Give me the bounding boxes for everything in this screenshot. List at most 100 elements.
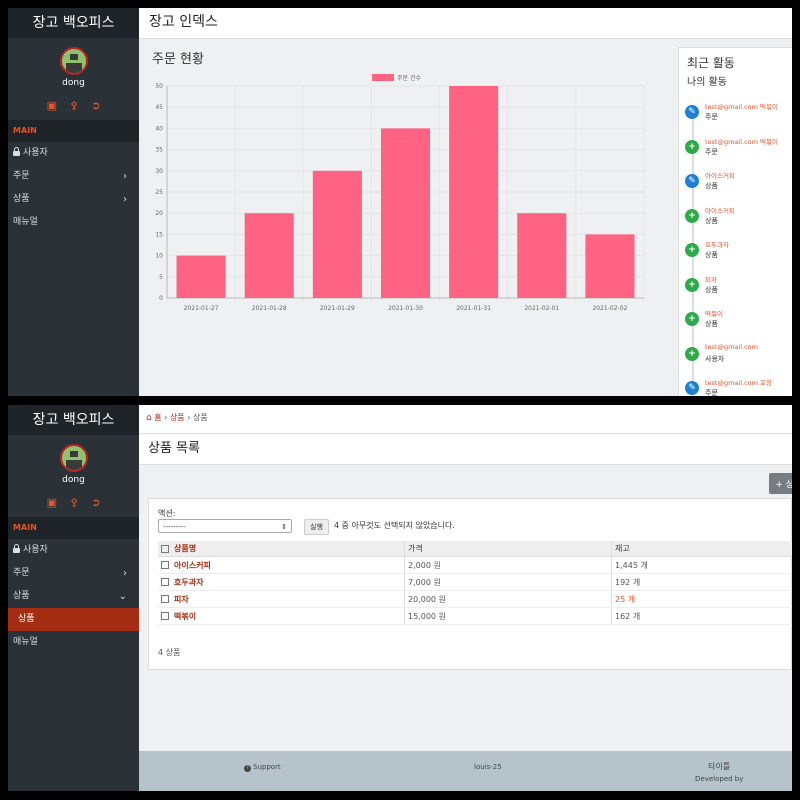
select-all-checkbox[interactable] (161, 544, 169, 553)
section-header: MAIN (8, 517, 139, 539)
sidebar: 장고 백오피스 dong ▣ ⚴ ➲ MAIN 사용자 주문 › 상품 ⌄ 상품 매… (8, 405, 139, 791)
add-product-button[interactable]: + 상 (769, 473, 792, 494)
y-tick-label: 15 (155, 231, 163, 238)
activity-link[interactable]: 호두과자 (705, 239, 729, 249)
row-checkbox[interactable] (161, 578, 169, 586)
price-cell: 15,000 원 (404, 607, 612, 625)
sidebar: 장고 백오피스 dong ▣ ⚴ ➲ MAIN 사용자 주문 › 상품 › 매뉴얼 (8, 8, 139, 396)
main-content: ⌂ 홈 › 상품 › 상품 상품 목록 + 상 액션: --------- ⇕ 실… (139, 405, 792, 791)
sidebar-item-products[interactable]: 상품 ⌄ (8, 585, 139, 608)
y-tick-label: 30 (155, 168, 163, 175)
product-name-link[interactable]: 호두과자 (174, 578, 203, 587)
monitor-icon[interactable]: ▣ (47, 99, 57, 112)
stock-cell: 25 개 (611, 590, 792, 608)
action-select[interactable]: --------- ⇕ (158, 519, 292, 533)
sidebar-item-label: 매뉴얼 (13, 217, 38, 227)
logout-icon[interactable]: ➲ (91, 99, 100, 112)
brand-title[interactable]: 장고 백오피스 (8, 405, 139, 435)
activity-link[interactable]: 피자 (705, 274, 717, 284)
product-name-cell[interactable]: 피자 (158, 590, 405, 608)
sidebar-item-products[interactable]: 상품 › (8, 188, 139, 211)
breadcrumb-current: 상품 (192, 413, 208, 422)
sidebar-item-label: 주문 (13, 171, 30, 181)
product-name-cell[interactable]: 떡볶이 (158, 607, 405, 625)
plus-icon: + (685, 208, 699, 223)
activity-link[interactable]: 떡볶이 (705, 308, 723, 318)
plus-icon: + (685, 277, 699, 292)
avatar (59, 444, 88, 472)
breadcrumb-separator: › (187, 413, 191, 422)
home-icon[interactable]: ⌂ (146, 405, 152, 431)
activity-panel: 최근 활동 나의 활동 ✎ test@gmail.com 떡볶이 주문 + test@g… (678, 47, 792, 396)
run-action-button[interactable]: 실행 (304, 519, 329, 535)
pencil-icon: ✎ (685, 174, 699, 188)
breadcrumb-parent[interactable]: 상품 (170, 413, 185, 422)
product-list-screen: 장고 백오피스 dong ▣ ⚴ ➲ MAIN 사용자 주문 › 상품 ⌄ 상품 매… (8, 405, 792, 791)
activity-link[interactable]: test@gmail.com 포장 (705, 377, 772, 387)
sidebar-item-orders[interactable]: 주문 › (8, 165, 139, 188)
activity-link[interactable]: 아이스커피 (705, 170, 735, 180)
column-header-name[interactable]: 상품명 (158, 541, 405, 557)
support-label: Support (253, 763, 281, 771)
table-row: 피자 20,000 원 25 개 (158, 590, 792, 608)
plus-icon: + (685, 346, 699, 361)
selection-message: 4 중 아무것도 선택되지 않았습니다. (334, 521, 455, 530)
product-name-cell[interactable]: 호두과자 (158, 573, 405, 591)
product-name-cell[interactable]: 아이스커피 (158, 556, 405, 574)
pencil-icon: ✎ (685, 381, 699, 395)
row-checkbox[interactable] (161, 595, 169, 603)
product-name-link[interactable]: 피자 (174, 595, 189, 604)
activity-type: 사용자 (705, 354, 725, 363)
avatar (59, 47, 88, 75)
bar (312, 170, 362, 298)
activity-link[interactable]: test@gmail.com (705, 343, 758, 351)
sidebar-item-label: 매뉴얼 (13, 637, 38, 647)
activity-link[interactable]: test@gmail.com 떡볶이 (705, 101, 778, 111)
sidebar-item-users[interactable]: 사용자 (8, 539, 139, 562)
x-tick-label: 2021-01-27 (184, 305, 219, 312)
select-arrow-icon: ⇕ (281, 523, 287, 531)
logout-icon[interactable]: ➲ (91, 496, 100, 509)
activity-link[interactable]: test@gmail.com 떡볶이 (705, 136, 778, 146)
price-cell: 20,000 원 (404, 590, 612, 608)
key-icon[interactable]: ⚴ (70, 496, 78, 509)
action-select-value: --------- (163, 523, 186, 531)
breadcrumb-home[interactable]: 홈 (154, 413, 161, 422)
key-icon[interactable]: ⚴ (70, 99, 78, 112)
brand-title[interactable]: 장고 백오피스 (8, 8, 139, 38)
sidebar-subitem-products[interactable]: 상품 (8, 608, 139, 631)
support-link[interactable]: ? Support (244, 763, 281, 772)
monitor-icon[interactable]: ▣ (47, 496, 57, 509)
y-tick-label: 50 (155, 83, 163, 90)
changelist-panel: 액션: --------- ⇕ 실행 4 중 아무것도 선택되지 않았습니다. 상… (148, 498, 792, 670)
pencil-icon: ✎ (685, 105, 699, 119)
bar (244, 213, 294, 298)
sidebar-item-manual[interactable]: 매뉴얼 (8, 631, 139, 654)
row-checkbox[interactable] (161, 561, 169, 569)
table-row: 호두과자 7,000 원 192 개 (158, 573, 792, 591)
sidebar-item-orders[interactable]: 주문 › (8, 562, 139, 585)
activity-link[interactable]: 아이스커피 (705, 205, 735, 215)
activity-type: 주문 (705, 113, 718, 121)
activity-type: 상품 (705, 320, 718, 328)
column-header-price[interactable]: 가격 (404, 541, 612, 557)
sidebar-item-manual[interactable]: 매뉴얼 (8, 211, 139, 234)
footer-author: louis-25 (474, 763, 502, 771)
result-count: 4 상품 (158, 648, 181, 657)
chevron-down-icon: ⌄ (118, 591, 127, 602)
activity-type: 상품 (705, 216, 718, 225)
column-header-stock[interactable]: 재고 (611, 541, 792, 557)
footer-title: 타이틀 Developed by (695, 761, 743, 783)
table-row: 떡볶이 15,000 원 162 개 (158, 607, 792, 625)
activity-subtitle: 나의 활동 (687, 77, 727, 88)
sidebar-item-users[interactable]: 사용자 (8, 142, 139, 165)
row-checkbox[interactable] (161, 612, 169, 620)
product-table: 상품명 가격 재고 아이스커피 2,000 원 1,445 개 호두과자 7,000 원… (158, 541, 792, 625)
product-name-link[interactable]: 아이스커피 (174, 561, 211, 570)
sidebar-item-label: 사용자 (23, 545, 48, 555)
orders-bar-chart: 주문 건수 0 5 10 15 20 25 30 35 40 45 50 2021-01-27 2021-… (155, 74, 645, 312)
stock-cell: 1,445 개 (611, 556, 792, 574)
product-name-link[interactable]: 떡볶이 (174, 612, 196, 621)
y-tick-label: 5 (159, 274, 163, 281)
breadcrumb-separator: › (164, 413, 168, 422)
